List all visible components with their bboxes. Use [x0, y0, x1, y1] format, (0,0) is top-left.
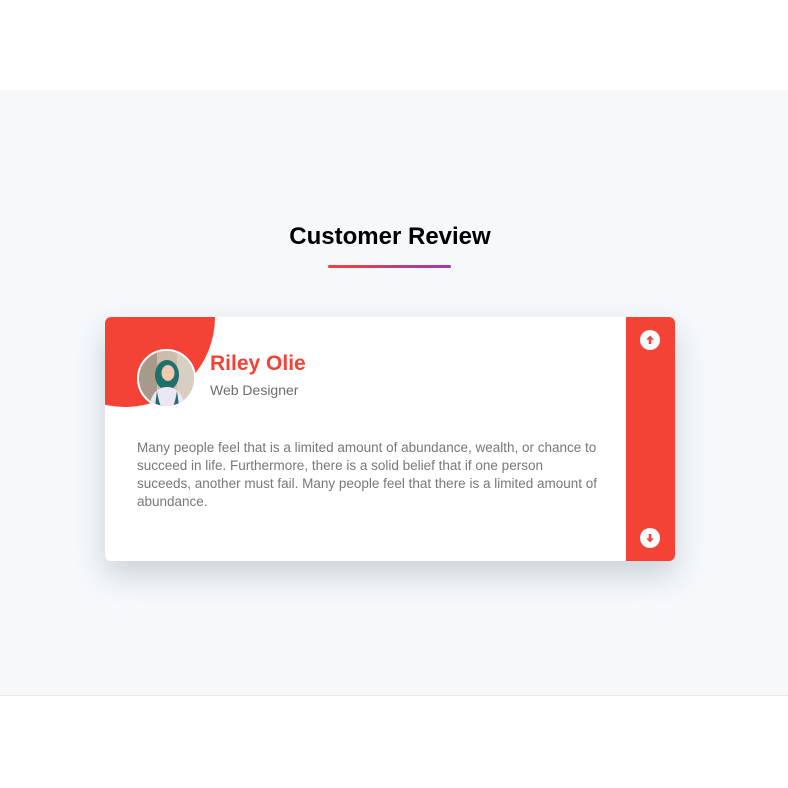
arrow-down-circle-icon — [646, 534, 654, 543]
review-card: Riley Olie Web Designer Many people feel… — [105, 317, 675, 561]
reviewer-role: Web Designer — [210, 382, 299, 398]
reviewer-name: Riley Olie — [210, 352, 306, 375]
review-nav-bar — [626, 317, 675, 561]
arrow-up-circle-icon — [646, 335, 654, 344]
review-text: Many people feel that is a limited amoun… — [137, 440, 598, 509]
next-review-button[interactable] — [640, 528, 660, 548]
avatar — [137, 349, 196, 408]
title-underline — [328, 265, 451, 268]
previous-review-button[interactable] — [640, 330, 660, 350]
section-title: Customer Review — [289, 223, 491, 250]
